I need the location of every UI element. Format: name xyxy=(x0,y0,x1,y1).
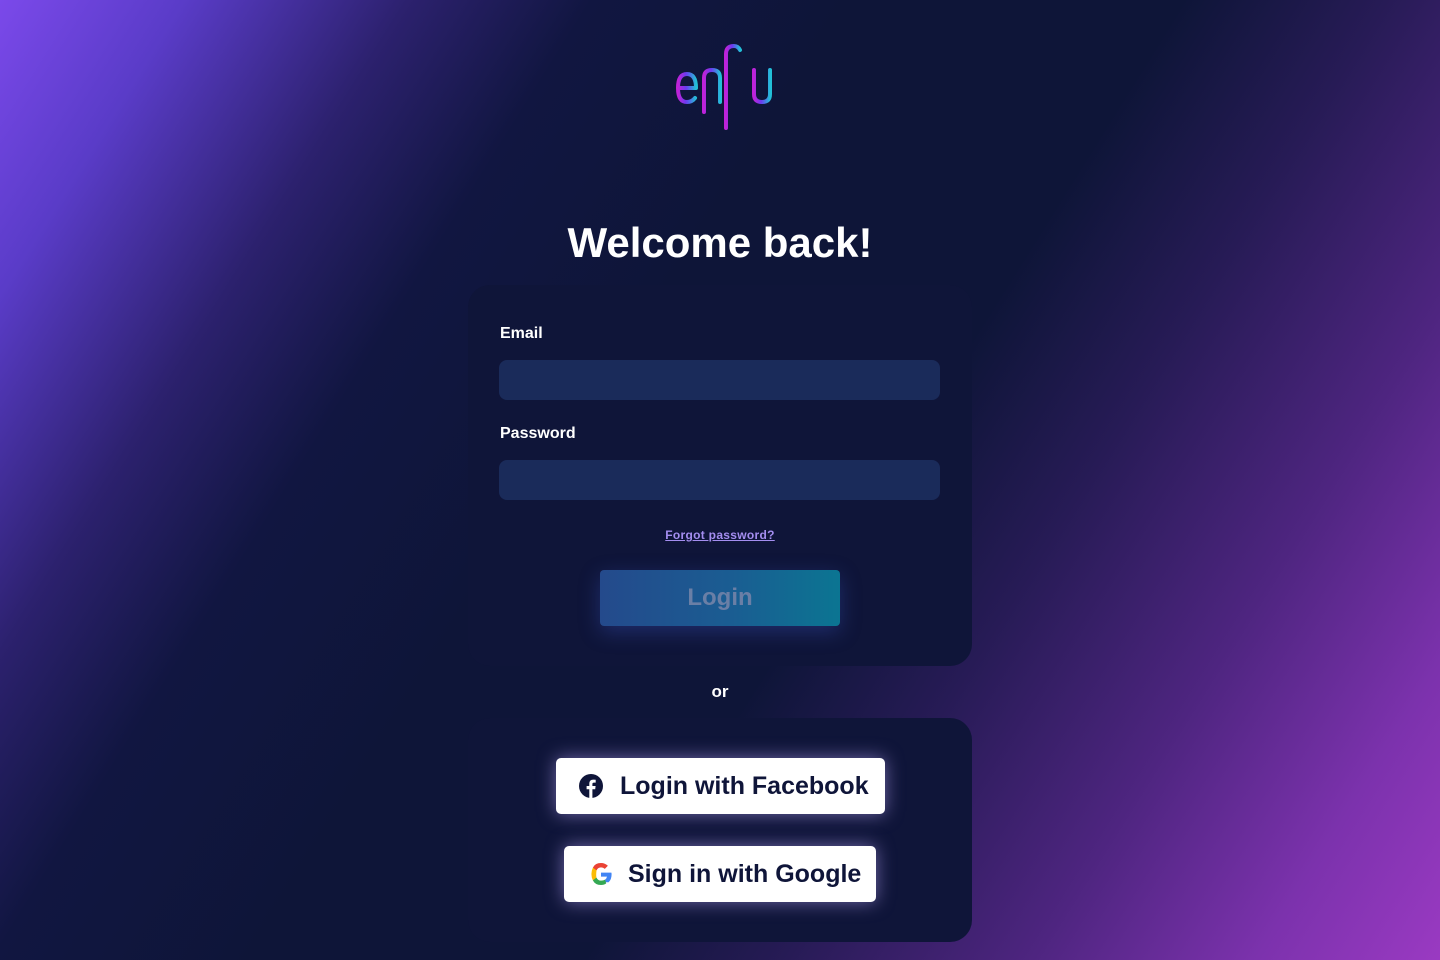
login-with-facebook-button[interactable]: Login with Facebook xyxy=(556,758,885,814)
page-title: Welcome back! xyxy=(567,219,873,266)
social-login-panel xyxy=(468,718,972,942)
google-icon xyxy=(589,862,613,886)
email-label: Email xyxy=(500,325,543,342)
facebook-button-label: Login with Facebook xyxy=(620,772,869,800)
email-field[interactable] xyxy=(499,360,940,400)
brand-logo xyxy=(650,40,790,136)
soundwave-logo-icon xyxy=(655,44,786,130)
password-field[interactable] xyxy=(499,460,940,500)
sign-in-with-google-button[interactable]: Sign in with Google xyxy=(564,846,876,902)
facebook-icon xyxy=(579,774,603,798)
forgot-password-link[interactable]: Forgot password? xyxy=(620,527,820,543)
google-button-label: Sign in with Google xyxy=(628,860,862,888)
password-label: Password xyxy=(500,425,576,442)
login-button[interactable]: Login xyxy=(600,570,840,626)
or-divider: or xyxy=(711,682,729,701)
